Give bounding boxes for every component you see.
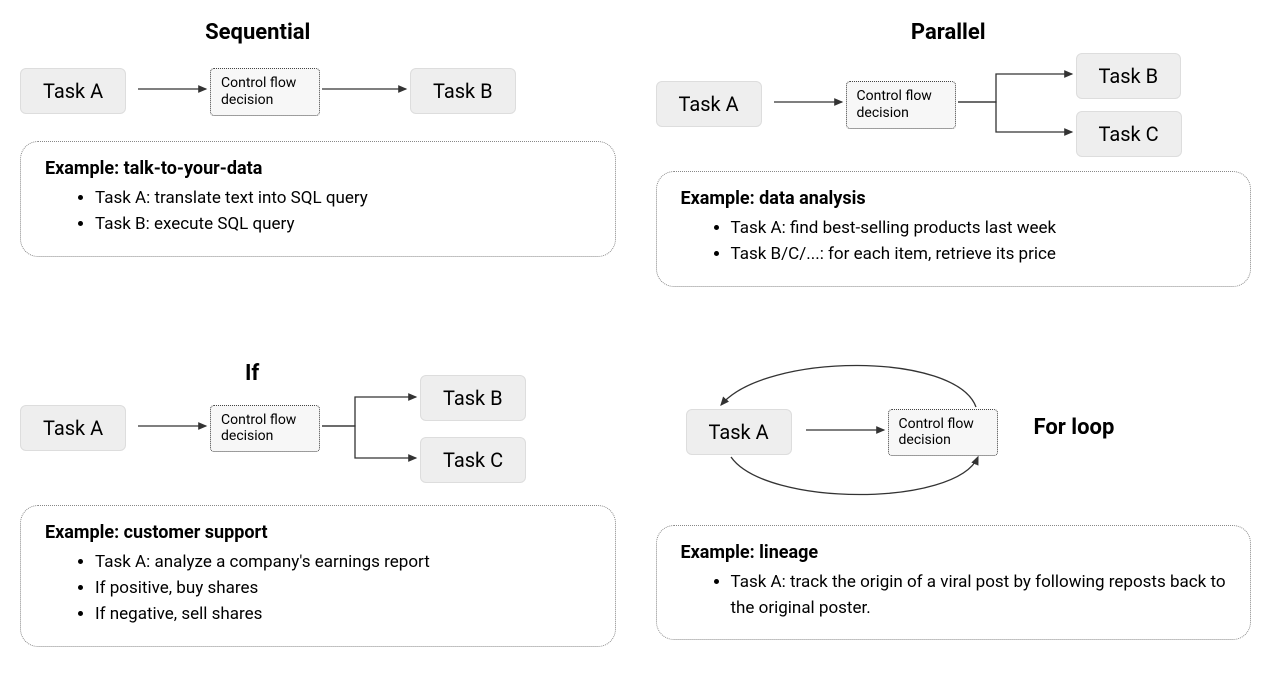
parallel-example: Example: data analysis Task A: find best… xyxy=(656,171,1252,287)
task-b-box: Task B xyxy=(1076,53,1182,99)
sequential-example: Example: talk-to-your-data Task A: trans… xyxy=(20,141,616,257)
task-b-box: Task B xyxy=(410,68,516,114)
task-c-box: Task C xyxy=(1076,111,1182,157)
sequential-diagram: Task A Control flowdecision Task B xyxy=(20,53,616,123)
forloop-example: Example: lineage Task A: track the origi… xyxy=(656,525,1252,641)
example-heading: Example: data analysis xyxy=(681,188,1227,209)
diagram-grid: Sequential Task A Control flowdecision T… xyxy=(20,20,1251,647)
if-title: If xyxy=(245,361,259,386)
arrow-icon xyxy=(958,102,1072,132)
control-flow-box: Control flowdecision xyxy=(210,405,320,453)
example-prefix: Example: xyxy=(45,522,124,543)
if-example: Example: customer support Task A: analyz… xyxy=(20,505,616,647)
forloop-title: For loop xyxy=(1034,415,1115,440)
list-item: If negative, sell shares xyxy=(95,601,591,627)
forloop-panel: Task A Control flowdecision For loop Exa… xyxy=(656,367,1252,647)
control-flow-box: Control flowdecision xyxy=(846,81,956,129)
loop-arrow-icon xyxy=(721,365,976,407)
list-item: Task B: execute SQL query xyxy=(95,211,591,237)
task-a-box: Task A xyxy=(20,405,126,451)
example-heading: Example: talk-to-your-data xyxy=(45,158,591,179)
parallel-panel: Parallel Task A Control flowdecision Tas… xyxy=(656,20,1252,287)
parallel-title: Parallel xyxy=(646,20,1252,45)
example-bullets: Task A: analyze a company's earnings rep… xyxy=(45,549,591,628)
sequential-panel: Sequential Task A Control flowdecision T… xyxy=(20,20,616,287)
example-prefix: Example: xyxy=(681,542,760,563)
sequential-title: Sequential xyxy=(0,20,616,45)
list-item: Task B/C/...: for each item, retrieve it… xyxy=(731,241,1227,267)
task-a-box: Task A xyxy=(656,81,762,127)
list-item: If positive, buy shares xyxy=(95,575,591,601)
list-item: Task A: find best-selling products last … xyxy=(731,215,1227,241)
example-name: lineage xyxy=(759,542,818,563)
example-bullets: Task A: find best-selling products last … xyxy=(681,215,1227,268)
parallel-diagram: Task A Control flowdecision Task B Task … xyxy=(656,53,1252,153)
example-bullets: Task A: translate text into SQL query Ta… xyxy=(45,185,591,238)
loop-arrow-icon xyxy=(731,457,978,495)
list-item: Task A: analyze a company's earnings rep… xyxy=(95,549,591,575)
example-prefix: Example: xyxy=(681,188,760,209)
example-name: customer support xyxy=(124,522,268,543)
list-item: Task A: track the origin of a viral post… xyxy=(731,569,1227,622)
forloop-diagram: Task A Control flowdecision For loop xyxy=(656,367,1252,497)
arrow-icon xyxy=(958,74,1072,102)
example-bullets: Task A: track the origin of a viral post… xyxy=(681,569,1227,622)
control-flow-box: Control flowdecision xyxy=(888,409,998,457)
example-heading: Example: lineage xyxy=(681,542,1227,563)
example-name: talk-to-your-data xyxy=(124,158,263,179)
list-item: Task A: translate text into SQL query xyxy=(95,185,591,211)
example-name: data analysis xyxy=(759,188,865,209)
task-a-box: Task A xyxy=(20,68,126,114)
if-diagram: If Task A Control flowdecision Task B Ta… xyxy=(20,367,616,487)
task-b-box: Task B xyxy=(420,375,526,421)
if-panel: If Task A Control flowdecision Task B Ta… xyxy=(20,367,616,647)
arrow-icon xyxy=(322,426,416,458)
arrow-icon xyxy=(322,397,416,426)
task-c-box: Task C xyxy=(420,437,526,483)
task-a-box: Task A xyxy=(686,409,792,455)
control-flow-box: Control flowdecision xyxy=(210,68,320,116)
example-prefix: Example: xyxy=(45,158,124,179)
example-heading: Example: customer support xyxy=(45,522,591,543)
